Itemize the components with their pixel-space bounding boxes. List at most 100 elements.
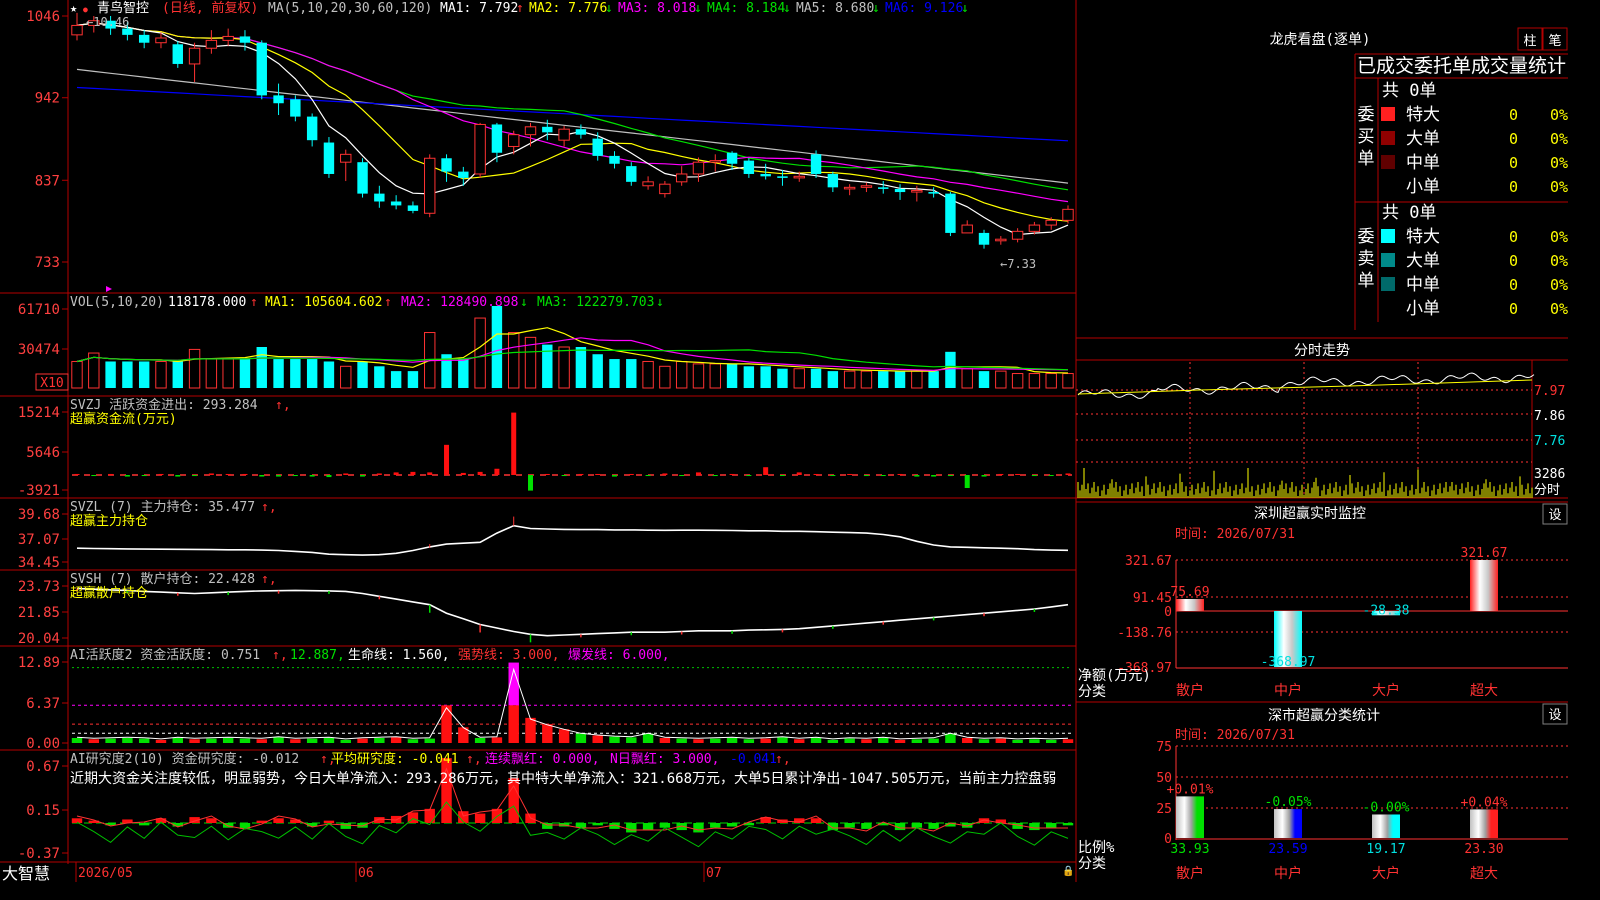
monitor-bar-label: 321.67	[1461, 546, 1508, 561]
ai-life: 生命线: 1.560,	[348, 647, 450, 663]
candle-body-down	[374, 193, 385, 202]
ai-bar	[340, 739, 351, 743]
svzl-tick-label: 34.45	[18, 555, 60, 571]
stats-settings-label: 设	[1548, 708, 1561, 723]
candle-body-down	[760, 173, 771, 177]
ai-bar	[894, 739, 906, 743]
ai-bar	[256, 739, 267, 743]
candle-body-up	[961, 224, 973, 234]
svzj-bar	[628, 473, 634, 475]
volume-bar-down	[760, 366, 771, 388]
svsh-title: SVSH (7) 散户持仓: 22.428	[70, 571, 255, 587]
ai-bar	[928, 738, 939, 743]
volume-bar-up	[675, 360, 688, 389]
volume-bar-up	[961, 368, 973, 389]
svzj-bar	[158, 473, 164, 475]
arrow-up-icon: ↑,	[275, 398, 291, 413]
ai-bar	[911, 739, 923, 743]
arrow-up-icon: ↑	[250, 295, 258, 310]
volume-bar-down	[323, 361, 335, 388]
ai2-bar	[642, 823, 654, 831]
ai2-bar	[1062, 823, 1074, 826]
volume-bar-up	[558, 346, 570, 389]
buy-label: 委	[1358, 105, 1375, 125]
buy-total: 共 0单	[1382, 81, 1436, 101]
svzj-bar	[124, 475, 130, 477]
monitor-tick: 91.45	[1133, 591, 1172, 606]
sell-label: 单	[1358, 271, 1375, 291]
stats-bar-delta: -0.00%	[1363, 800, 1410, 815]
candle-body-down	[777, 176, 788, 178]
svzj-bar	[880, 475, 886, 477]
stats-tick: 75	[1156, 740, 1172, 755]
sell-row-pct: 0%	[1550, 300, 1568, 318]
svzj-bar	[74, 473, 80, 475]
svzj-bar	[813, 473, 819, 475]
ai2-red: 连续飘红: 0.000,	[485, 751, 600, 767]
candle-body-up	[995, 238, 1007, 242]
stats-category: 大户	[1372, 865, 1400, 882]
candle-body-up	[558, 128, 570, 141]
svzj-bar	[544, 473, 550, 475]
svsh-tick-label: 20.04	[18, 631, 60, 647]
buy-row-name: 小单	[1406, 177, 1440, 197]
date-label: 06	[358, 866, 374, 881]
ai-bar	[172, 737, 183, 743]
stats-bar-value: 33.93	[1170, 842, 1209, 857]
ai-bar	[777, 737, 788, 743]
fenshi-tick: 3286	[1534, 467, 1565, 482]
volume-bar-up	[911, 370, 923, 389]
ai-bar	[525, 717, 536, 743]
vol-unit: X10	[40, 376, 63, 391]
buy-row-name: 特大	[1406, 105, 1440, 125]
ai-bar	[239, 738, 251, 743]
svsh-line	[76, 587, 1069, 637]
ai-bar	[693, 739, 704, 743]
ai2-bar	[726, 823, 738, 827]
volume-bar-up	[642, 360, 654, 389]
ai2-bar	[138, 823, 150, 826]
ai-bar	[222, 737, 234, 743]
stats-time: 时间: 2026/07/31	[1175, 728, 1295, 743]
candle-body-down	[390, 201, 402, 206]
svzj-subtitle: 超赢资金流(万元)	[70, 411, 177, 427]
svzj-bar	[830, 475, 836, 477]
svzl-tick-label: 37.07	[18, 532, 60, 548]
candle-body-up	[1028, 224, 1041, 232]
tab-bar-label: 柱	[1523, 34, 1536, 49]
svsh-subtitle: 超赢散户持仓	[70, 585, 148, 601]
volume-bar-down	[273, 359, 284, 388]
candle-body-up	[340, 153, 352, 163]
price-tick-label: 1046	[26, 9, 60, 25]
svzj-bar	[309, 475, 315, 477]
arrow-up-icon: ↑	[384, 295, 392, 310]
stats-bar-delta: +0.01%	[1167, 782, 1214, 797]
volume-bar-up	[793, 368, 805, 389]
candle-body-up	[1045, 219, 1057, 226]
candle-body-down	[290, 99, 301, 117]
svzj-bar	[695, 472, 701, 475]
favorite-star-icon: ★	[70, 1, 77, 15]
vol-ma3: MA3: 122279.703	[537, 295, 654, 310]
svzj-bar	[981, 475, 987, 477]
ai-bar	[794, 739, 805, 743]
svzj-bar	[931, 475, 937, 477]
stats-bar-value: 23.59	[1268, 842, 1307, 857]
ai-bar	[1029, 739, 1040, 743]
ma-legend-arrow: ↓	[694, 1, 702, 16]
svzl-line	[76, 524, 1069, 556]
sell-label: 委	[1358, 227, 1375, 247]
ai-bar	[760, 738, 771, 743]
ai-bar	[726, 737, 738, 743]
arrow-up-icon: ↑,	[261, 500, 277, 515]
vol-value: 118178.000	[168, 295, 246, 310]
ai2-bar	[424, 808, 435, 823]
vol-ma2: MA2: 128490.898	[401, 295, 518, 310]
ai-bar	[1045, 739, 1057, 743]
ai2-bar	[273, 818, 284, 823]
ai-bar	[642, 733, 654, 743]
svzj-bar	[528, 475, 534, 491]
candle-body-down	[626, 166, 637, 182]
tab-stroke-label: 笔	[1548, 33, 1561, 49]
candle-body-down	[743, 160, 755, 174]
